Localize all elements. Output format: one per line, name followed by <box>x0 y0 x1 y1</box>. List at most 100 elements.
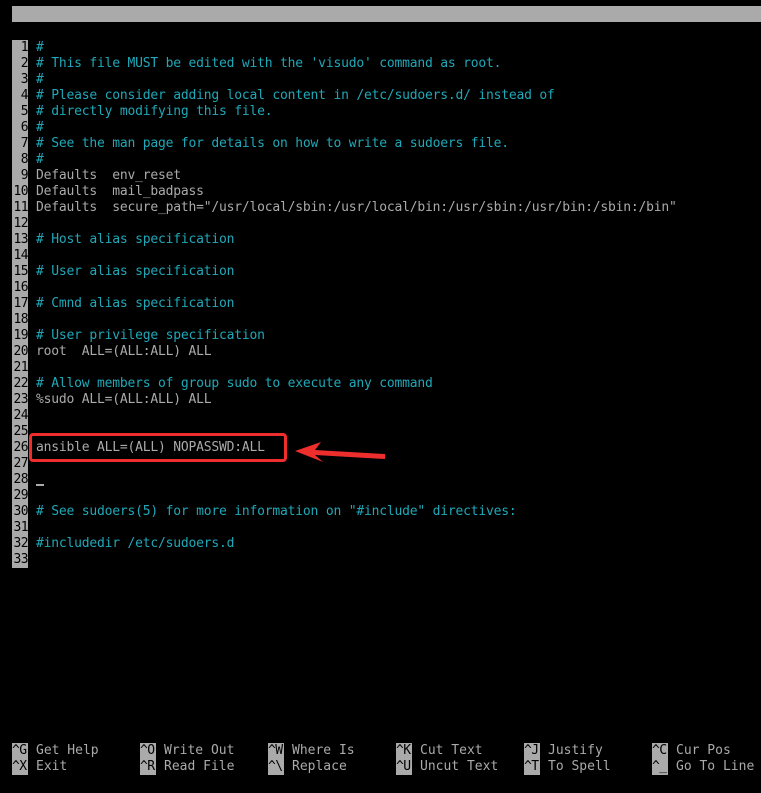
shortcut-uncut-text[interactable]: ^U Uncut Text <box>396 759 498 775</box>
shortcut-cur-pos[interactable]: ^C Cur Pos <box>652 743 731 759</box>
editor-line[interactable]: 23 %sudo ALL=(ALL:ALL) ALL <box>12 392 761 408</box>
line-number: 24 <box>12 408 29 424</box>
editor-line[interactable]: 29 <box>12 488 761 504</box>
shortcut-label: Cur Pos <box>676 743 731 758</box>
editor-line[interactable]: 28 <box>12 472 761 488</box>
editor-line[interactable]: 10 Defaults mail_badpass <box>12 184 761 200</box>
editor-line[interactable]: 11 Defaults secure_path="/usr/local/sbin:… <box>12 200 761 216</box>
editor-line[interactable]: 4 # Please consider adding local content … <box>12 88 761 104</box>
editor-line[interactable]: 15 # User alias specification <box>12 264 761 280</box>
shortcut-replace[interactable]: ^\ Replace <box>268 759 347 775</box>
line-number: 14 <box>12 248 29 264</box>
shortcut-key: ^J <box>524 743 540 759</box>
comment-text: # User privilege specification <box>36 328 265 343</box>
shortcut-key: ^K <box>396 743 412 759</box>
line-number: 20 <box>12 344 29 360</box>
comment-text: # User alias specification <box>36 264 235 279</box>
shortcut-get-help[interactable]: ^G Get Help <box>12 743 99 759</box>
code-text: %sudo ALL=(ALL:ALL) ALL <box>36 392 212 407</box>
editor-line[interactable]: 32 #includedir /etc/sudoers.d <box>12 536 761 552</box>
line-number: 1 <box>12 40 29 56</box>
shortcut-key: ^O <box>140 743 156 759</box>
line-number: 30 <box>12 504 29 520</box>
shortcut-key: ^X <box>12 759 28 775</box>
comment-text: # <box>36 40 44 55</box>
shortcut-key: ^U <box>396 759 412 775</box>
editor-line[interactable]: 9 Defaults env_reset <box>12 168 761 184</box>
editor-line[interactable]: 3 # <box>12 72 761 88</box>
editor-line[interactable]: 13 # Host alias specification <box>12 232 761 248</box>
editor-line[interactable]: 8 # <box>12 152 761 168</box>
editor-line[interactable]: 14 <box>12 248 761 264</box>
editor-line[interactable]: 12 <box>12 216 761 232</box>
editor-area[interactable]: 1 #2 # This file MUST be edited with the '… <box>12 40 761 568</box>
editor-line[interactable]: 18 <box>12 312 761 328</box>
editor-line[interactable]: 17 # Cmnd alias specification <box>12 296 761 312</box>
shortcut-key: ^G <box>12 743 28 759</box>
comment-text: # Allow members of group sudo to execute… <box>36 376 433 391</box>
comment-text: # <box>36 72 44 87</box>
editor-line[interactable]: 24 <box>12 408 761 424</box>
editor-line[interactable]: 19 # User privilege specification <box>12 328 761 344</box>
comment-text: # See the man page for details on how to… <box>36 136 509 151</box>
editor-line[interactable]: 16 <box>12 280 761 296</box>
shortcut-key: ^_ <box>652 759 668 775</box>
editor-line[interactable]: 30 # See sudoers(5) for more information … <box>12 504 761 520</box>
editor-line[interactable]: 20 root ALL=(ALL:ALL) ALL <box>12 344 761 360</box>
code-text: root ALL=(ALL:ALL) ALL <box>36 344 212 359</box>
line-number: 13 <box>12 232 29 248</box>
shortcut-label: Replace <box>292 759 347 774</box>
shortcut-to-spell[interactable]: ^T To Spell <box>524 759 611 775</box>
line-number: 11 <box>12 200 29 216</box>
editor-line[interactable]: 21 <box>12 360 761 376</box>
editor-line[interactable]: 7 # See the man page for details on how t… <box>12 136 761 152</box>
line-number: 23 <box>12 392 29 408</box>
app-name: GNU nano 3.2 <box>20 22 114 37</box>
shortcut-label: Justify <box>548 743 603 758</box>
shortcut-key: ^\ <box>268 759 284 775</box>
line-number: 28 <box>12 472 29 488</box>
line-number: 27 <box>12 456 29 472</box>
shortcut-label: Read File <box>164 759 235 774</box>
code-text: Defaults env_reset <box>36 168 181 183</box>
line-number: 12 <box>12 216 29 232</box>
comment-text: # directly modifying this file. <box>36 104 273 119</box>
shortcut-cut-text[interactable]: ^K Cut Text <box>396 743 483 759</box>
line-number: 8 <box>12 152 29 168</box>
shortcut-label: To Spell <box>548 759 611 774</box>
line-number: 21 <box>12 360 29 376</box>
shortcut-label: Write Out <box>164 743 235 758</box>
line-number: 26 <box>12 440 29 456</box>
shortcut-key: ^C <box>652 743 668 759</box>
line-number: 17 <box>12 296 29 312</box>
shortcut-where-is[interactable]: ^W Where Is <box>268 743 355 759</box>
line-number: 18 <box>12 312 29 328</box>
comment-text: # <box>36 152 44 167</box>
shortcut-key: ^T <box>524 759 540 775</box>
editor-line[interactable]: 6 # <box>12 120 761 136</box>
line-number: 3 <box>12 72 29 88</box>
shortcut-label: Get Help <box>36 743 99 758</box>
shortcut-exit[interactable]: ^X Exit <box>12 759 67 775</box>
editor-line[interactable]: 1 # <box>12 40 761 56</box>
editor-line[interactable]: 2 # This file MUST be edited with the 'vi… <box>12 56 761 72</box>
line-number: 7 <box>12 136 29 152</box>
comment-text: # Please consider adding local content i… <box>36 88 555 103</box>
shortcut-go-to-line[interactable]: ^_ Go To Line <box>652 759 754 775</box>
editor-line[interactable]: 22 # Allow members of group sudo to execu… <box>12 376 761 392</box>
editor-line[interactable]: 33 <box>12 552 761 568</box>
editor-line[interactable]: 31 <box>12 520 761 536</box>
line-number: 31 <box>12 520 29 536</box>
line-number: 29 <box>12 488 29 504</box>
editor-line[interactable]: 5 # directly modifying this file. <box>12 104 761 120</box>
text-cursor <box>36 484 44 486</box>
line-number: 25 <box>12 424 29 440</box>
annotation-arrow-icon <box>295 442 385 462</box>
shortcut-label: Uncut Text <box>420 759 499 774</box>
shortcut-write-out[interactable]: ^O Write Out <box>140 743 234 759</box>
shortcut-read-file[interactable]: ^R Read File <box>140 759 234 775</box>
comment-text: # This file MUST be edited with the 'vis… <box>36 56 502 71</box>
line-number: 16 <box>12 280 29 296</box>
comment-text: # Cmnd alias specification <box>36 296 235 311</box>
shortcut-justify[interactable]: ^J Justify <box>524 743 603 759</box>
